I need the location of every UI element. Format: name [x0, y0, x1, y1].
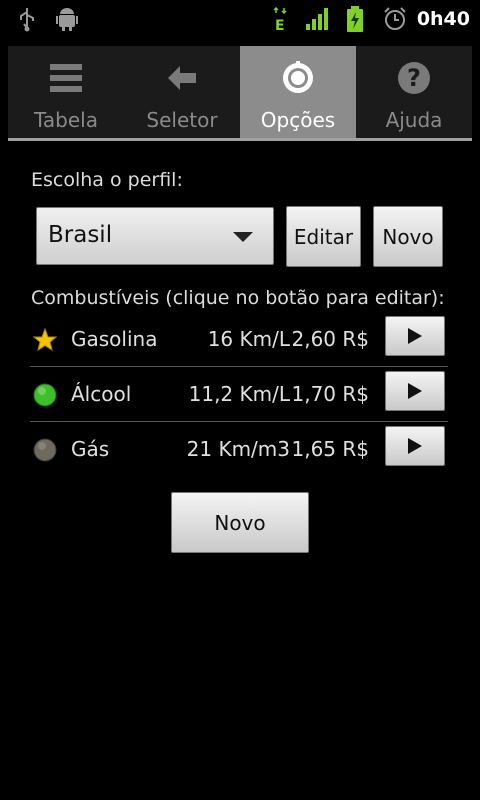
fuel-name: Gás	[71, 437, 110, 461]
tab-opcoes[interactable]: Opções	[240, 46, 356, 138]
star-icon	[33, 328, 57, 352]
tab-bar: Tabela Seletor Opções ? Ajuda	[8, 46, 472, 138]
data-e-icon: E	[273, 6, 287, 32]
profile-spinner[interactable]: Brasil	[36, 207, 274, 265]
chevron-down-icon	[233, 232, 253, 242]
settings-icon	[283, 61, 313, 93]
new-fuel-button[interactable]: Novo	[171, 492, 309, 553]
profile-label: Escolha o perfil:	[31, 169, 183, 191]
fuel-price: 1,65 R$	[291, 437, 369, 461]
alarm-icon	[384, 7, 406, 30]
fuel-row-gasolina: Gasolina 16 Km/L 2,60 R$	[30, 313, 448, 368]
fuel-row-gas: Gás 21 Km/m3 1,65 R$	[30, 423, 448, 478]
play-icon	[408, 328, 422, 344]
tab-label: Seletor	[146, 108, 218, 132]
edit-fuel-button[interactable]	[385, 316, 445, 356]
status-time: 0h40	[416, 8, 470, 30]
tab-label: Tabela	[34, 108, 98, 132]
tab-label: Ajuda	[385, 108, 443, 132]
help-icon: ?	[398, 62, 430, 94]
tab-underline	[8, 138, 472, 141]
android-debug-icon	[56, 8, 78, 31]
back-arrow-icon	[168, 66, 196, 90]
tab-label: Opções	[260, 108, 336, 132]
green-dot-icon	[33, 383, 57, 407]
gray-dot-icon	[33, 438, 57, 462]
edit-profile-button[interactable]: Editar	[286, 206, 361, 267]
usb-icon	[20, 8, 34, 32]
svg-text:?: ?	[407, 64, 421, 92]
status-bar: E 0h40	[0, 0, 480, 38]
new-profile-button[interactable]: Novo	[373, 206, 443, 267]
play-icon	[408, 438, 422, 454]
fuel-efficiency: 16 Km/L	[207, 327, 290, 351]
svg-text:E: E	[275, 18, 285, 32]
profile-selected-value: Brasil	[48, 222, 113, 248]
tab-seletor[interactable]: Seletor	[124, 46, 240, 138]
signal-icon	[306, 8, 328, 30]
fuel-name: Gasolina	[71, 327, 158, 351]
fuel-price: 1,70 R$	[291, 382, 369, 406]
edit-fuel-button[interactable]	[385, 426, 445, 466]
tab-ajuda[interactable]: ? Ajuda	[356, 46, 472, 138]
battery-charging-icon	[347, 6, 363, 32]
fuel-name: Álcool	[71, 382, 132, 406]
tab-tabela[interactable]: Tabela	[8, 46, 124, 138]
fuel-efficiency: 11,2 Km/L	[188, 382, 290, 406]
edit-fuel-button[interactable]	[385, 371, 445, 411]
divider	[30, 421, 448, 422]
list-icon	[50, 64, 82, 92]
fuel-price: 2,60 R$	[291, 327, 369, 351]
fuels-label: Combustíveis (clique no botão para edita…	[31, 287, 445, 309]
fuel-efficiency: 21 Km/m3	[186, 437, 290, 461]
play-icon	[408, 383, 422, 399]
fuel-row-alcool: Álcool 11,2 Km/L 1,70 R$	[30, 368, 448, 423]
divider	[30, 366, 448, 367]
